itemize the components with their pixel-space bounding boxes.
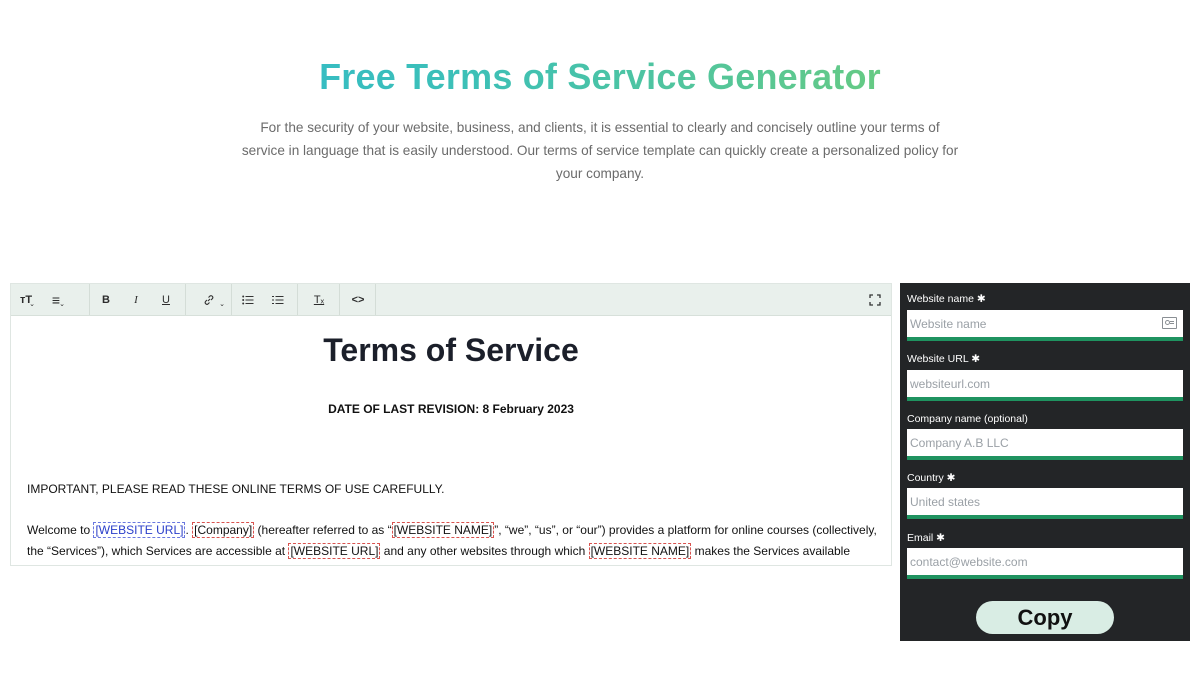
company-name-field-wrap (907, 429, 1183, 460)
placeholder-website-name: [WEBSITE NAME] (391, 522, 495, 538)
contact-card-icon (1162, 317, 1177, 329)
bold-icon: B (102, 293, 110, 306)
website-url-field-wrap (907, 370, 1183, 401)
italic-button[interactable]: I (121, 284, 151, 315)
placeholder-website-url: [WEBSITE URL] (93, 522, 186, 538)
clear-format-icon: Tₓ (313, 293, 325, 306)
para-text: and any other websites through which (380, 543, 589, 558)
italic-icon: I (134, 293, 138, 306)
link-icon (204, 294, 214, 305)
company-name-input[interactable] (907, 429, 1183, 456)
country-field-wrap (907, 488, 1183, 519)
email-field-wrap (907, 548, 1183, 579)
email-label: Email ✱ (907, 532, 945, 544)
align-button[interactable]: ≡ ⌄ (41, 284, 71, 315)
intro-paragraph: Welcome to [WEBSITE URL]. [Company] (her… (27, 520, 882, 565)
website-url-input[interactable] (907, 370, 1183, 397)
editor-toolbar: ᴛT ⌄ ≡ ⌄ B I U ⌄ Tₓ <> (11, 284, 891, 316)
numbered-list-button[interactable] (263, 284, 293, 315)
para-text: (hereafter referred to as “ (254, 523, 392, 537)
copy-button[interactable]: Copy (976, 601, 1114, 634)
toolbar-group-clear: Tₓ (299, 284, 340, 315)
toolbar-group-format: ᴛT ⌄ ≡ ⌄ (11, 284, 90, 315)
fullscreen-button[interactable] (869, 284, 881, 315)
toolbar-group-link: ⌄ (187, 284, 232, 315)
country-input[interactable] (907, 488, 1183, 515)
para-text: Welcome to (27, 523, 94, 537)
important-notice: IMPORTANT, PLEASE READ THESE ONLINE TERM… (27, 482, 445, 496)
toolbar-group-lists (233, 284, 298, 315)
bold-button[interactable]: B (91, 284, 121, 315)
bullet-list-icon (242, 295, 254, 304)
code-view-icon: <> (351, 293, 365, 306)
fullscreen-icon (869, 293, 881, 306)
document-body[interactable]: Terms of Service DATE OF LAST REVISION: … (11, 316, 891, 565)
underline-button[interactable]: U (151, 284, 181, 315)
placeholder-website-name: [WEBSITE NAME] (588, 542, 692, 559)
rich-text-editor: ᴛT ⌄ ≡ ⌄ B I U ⌄ Tₓ <> Terms of Service … (10, 283, 892, 566)
email-input[interactable] (907, 548, 1183, 575)
underline-icon: U (162, 293, 170, 306)
website-name-field-wrap (907, 310, 1183, 341)
placeholder-company: [Company] (192, 522, 255, 538)
company-name-label: Company name (optional) (907, 413, 1028, 425)
placeholder-website-url: [WEBSITE URL] (288, 542, 381, 559)
generator-form: Website name ✱ Website URL ✱ Company nam… (900, 283, 1190, 641)
website-name-label: Website name ✱ (907, 293, 986, 305)
document-title: Terms of Service (323, 332, 579, 368)
country-label: Country ✱ (907, 472, 956, 484)
bullet-list-button[interactable] (233, 284, 263, 315)
page-description: For the security of your website, busine… (241, 120, 959, 181)
code-view-button[interactable]: <> (341, 284, 375, 315)
website-name-input[interactable] (907, 310, 1183, 337)
revision-date: DATE OF LAST REVISION: 8 February 2023 (328, 402, 574, 416)
clear-format-button[interactable]: Tₓ (299, 284, 339, 315)
numbered-list-icon (272, 295, 284, 304)
page-title: Free Terms of Service Generator (0, 56, 1200, 98)
text-size-button[interactable]: ᴛT ⌄ (11, 284, 41, 315)
toolbar-group-code: <> (341, 284, 376, 315)
link-button[interactable]: ⌄ (187, 284, 231, 315)
website-url-label: Website URL ✱ (907, 353, 980, 365)
toolbar-group-style: B I U (91, 284, 186, 315)
